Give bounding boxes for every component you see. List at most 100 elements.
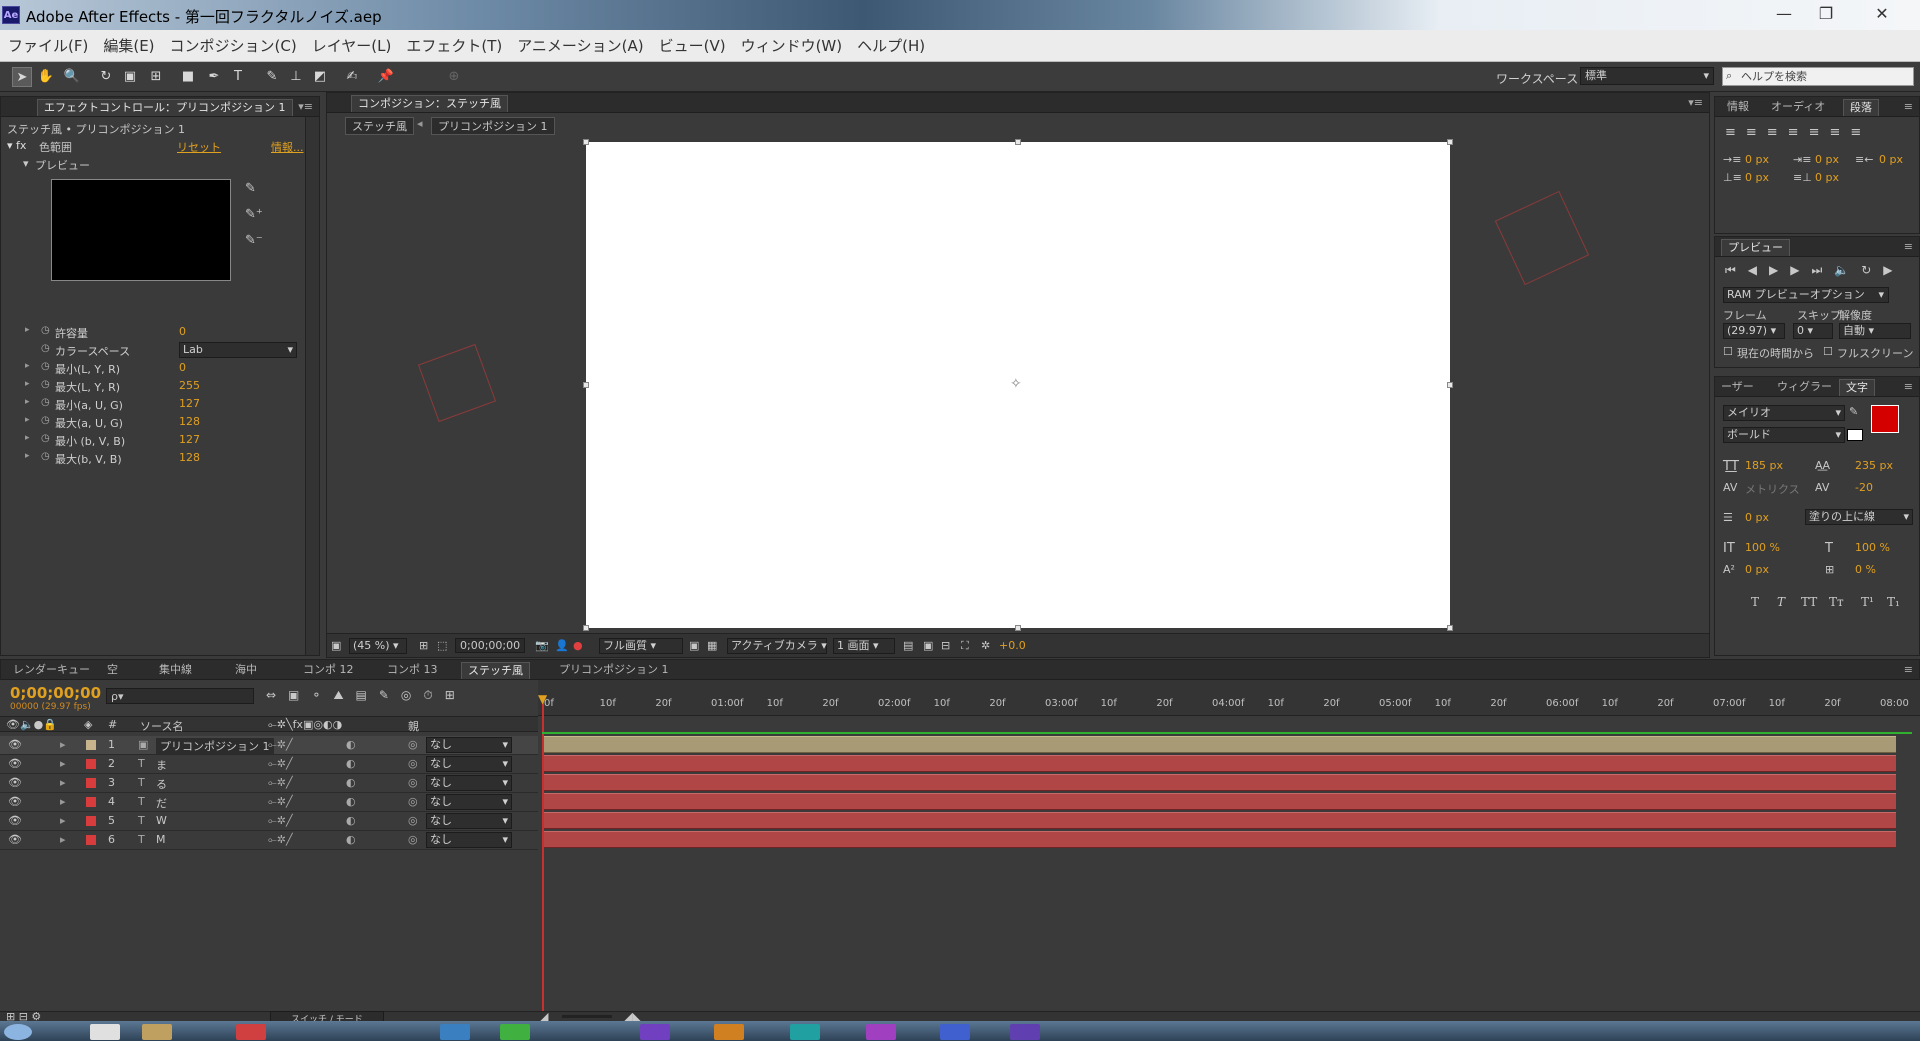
help-search-input[interactable]: ヘルプを検索 [1722,67,1914,86]
skip-select[interactable]: 0 ▾ [1793,323,1833,339]
space-after-value[interactable]: 0 px [1815,171,1839,184]
taskbar-app-icon[interactable] [500,1024,530,1040]
tab-timeline-comp[interactable]: 空 [101,662,124,679]
taskbar-app-icon[interactable] [1010,1024,1040,1040]
tab-info[interactable]: 情報 [1721,99,1755,116]
exposure-icon[interactable]: ✲ [981,639,990,652]
layer-name[interactable]: W [156,814,167,827]
font-style-select[interactable]: ボールド ▾ [1723,427,1845,443]
layer-duration-bar[interactable] [544,793,1896,810]
layer-switches-icons[interactable]: ⟜✲╱ [268,757,293,771]
eye-icon[interactable]: 👁 [8,795,22,808]
breadcrumb-current[interactable]: ステッチ風 [345,117,414,135]
taskbar-app-icon[interactable] [866,1024,896,1040]
expand-arrow-icon[interactable]: ▸ [60,814,66,827]
motion-blur-icon[interactable]: ◐ [346,776,356,789]
panel-menu-icon[interactable]: ≡ [1904,663,1913,676]
indent-right-value[interactable]: 0 px [1879,153,1903,166]
layer-name[interactable]: プリコンポジション 1 [156,738,274,754]
expand-arrow-icon[interactable]: ▸ [25,451,30,461]
source-name-header[interactable]: ソース名 [140,718,183,734]
clone-stamp-tool-icon[interactable]: ⊥ [286,67,306,87]
label-color-chip[interactable] [86,835,96,845]
timeline-switch-icons[interactable]: ⇔▣⚬⛰▤✎◎⏱⊞ [266,688,467,703]
zoom-tool-icon[interactable]: 🔍 [62,67,82,87]
stopwatch-icon[interactable]: ◷ [41,379,50,390]
expand-arrow-icon[interactable]: ▸ [25,433,30,443]
tab-composition[interactable]: コンポジション：ステッチ風 [351,95,508,112]
motion-blur-icon[interactable]: ◐ [346,795,356,808]
start-button[interactable] [4,1024,32,1040]
pen-tool-icon[interactable]: ✒ [204,67,224,87]
layer-switches-icons[interactable]: ⟜✲╱ [268,833,293,847]
timeline-layer-row[interactable]: 👁 ▸ 6 T M ⟜✲╱ ◐ ◎ なし ▾ [0,831,538,850]
hand-tool-icon[interactable]: ✋ [36,67,56,87]
stopwatch-icon[interactable]: ◷ [41,361,50,372]
effect-param-value[interactable]: 0 [179,361,186,374]
menu-help[interactable]: ヘルプ(H) [857,35,925,56]
tsume-value[interactable]: 0 % [1855,563,1876,576]
horizontal-scale-value[interactable]: 100 % [1855,541,1890,554]
panel-menu-icon[interactable]: ▾≡ [1688,96,1703,109]
flowchart-icon[interactable]: ⛶ [961,639,969,653]
tab-character[interactable]: 文字 [1839,379,1875,396]
pick-whip-icon[interactable]: ◎ [408,776,418,789]
exposure-value[interactable]: +0.0 [999,639,1026,652]
playback-controls[interactable]: ⏮◀▶▶⏭🔈↻▶ [1725,263,1905,278]
ram-preview-select[interactable]: RAM プレビューオプション ▾ [1723,287,1889,303]
type-tool-icon[interactable]: T [228,67,248,87]
color-space-select[interactable]: Lab ▾ [179,342,297,358]
faux-italic-button[interactable]: T [1777,595,1785,609]
canvas-handle[interactable] [1015,139,1021,145]
font-select[interactable]: メイリオ ▾ [1723,405,1845,421]
pick-whip-icon[interactable]: ◎ [408,738,418,751]
expand-arrow-icon[interactable]: ▸ [25,361,30,371]
space-before-value[interactable]: 0 px [1745,171,1769,184]
timeline-layer-row[interactable]: 👁 ▸ 5 T W ⟜✲╱ ◐ ◎ なし ▾ [0,812,538,831]
fullscreen-checkbox[interactable]: ☐ [1823,345,1833,358]
always-preview-icon[interactable]: ▣ [331,639,341,652]
eyedropper-icon[interactable]: ✎ [245,181,256,196]
effect-param-row[interactable]: ▸ ◷ 最小(L, Y, R) 0 [1,359,301,377]
taskbar-app-icon[interactable] [440,1024,470,1040]
timeline-layer-row[interactable]: 👁 ▸ 1 ▣ プリコンポジション 1 ⟜✲╱ ◐ ◎ なし ▾ [0,736,538,755]
timeline-timecode[interactable]: 0;00;00;00 [10,684,101,702]
eye-icon[interactable]: 👁 [8,833,22,846]
effect-param-row[interactable]: ◷ カラースペース Lab ▾ [1,341,301,359]
indent-first-value[interactable]: 0 px [1815,153,1839,166]
stopwatch-icon[interactable]: ◷ [41,397,50,408]
tab-timeline-comp[interactable]: 海中 [229,662,263,679]
selection-tool-icon[interactable]: ➤ [12,67,32,87]
canvas-handle[interactable] [1447,382,1453,388]
timeline-layer-row[interactable]: 👁 ▸ 3 T る ⟜✲╱ ◐ ◎ なし ▾ [0,774,538,793]
taskbar-app-icon[interactable] [236,1024,266,1040]
parent-select[interactable]: なし ▾ [426,794,512,810]
effect-controls-scrollbar[interactable] [305,117,319,655]
paragraph-align-icons[interactable]: ≡≡≡≡≡≡≡ [1725,125,1871,140]
motion-blur-icon[interactable]: ◐ [346,757,356,770]
expand-arrow-icon[interactable]: ▸ [25,397,30,407]
timeline-layer-row[interactable]: 👁 ▸ 4 T だ ⟜✲╱ ◐ ◎ なし ▾ [0,793,538,812]
camera-orbit-tool-icon[interactable]: ▣ [120,67,140,87]
menu-view[interactable]: ビュー(V) [659,35,726,56]
timeline-layer-row[interactable]: 👁 ▸ 2 T ま ⟜✲╱ ◐ ◎ なし ▾ [0,755,538,774]
layer-duration-bar[interactable] [544,755,1896,772]
menu-window[interactable]: ウィンドウ(W) [741,35,843,56]
tracking-value[interactable]: -20 [1855,481,1873,494]
frame-rate-select[interactable]: (29.97) ▾ [1723,323,1785,339]
motion-blur-icon[interactable]: ◐ [346,833,356,846]
workspace-select[interactable]: 標準 ▾ [1580,67,1714,85]
canvas-handle[interactable] [583,139,589,145]
pick-whip-icon[interactable]: ◎ [408,757,418,770]
panel-menu-icon[interactable]: ≡ [1904,240,1913,253]
layer-duration-bar[interactable] [544,831,1896,848]
roi-icon[interactable]: ▣ [689,639,699,652]
motion-blur-icon[interactable]: ◐ [346,738,356,751]
tab-effect-controls[interactable]: エフェクトコントロール：プリコンポジション 1 [37,99,293,116]
tab-wiggler[interactable]: ウィグラー [1771,379,1838,396]
expand-arrow-icon[interactable]: ▸ [25,379,30,389]
mask-icon[interactable]: ⬚ [437,639,447,652]
panel-menu-icon[interactable]: ≡ [1904,100,1913,113]
effect-param-value[interactable]: 127 [179,397,200,410]
label-color-chip[interactable] [86,740,96,750]
